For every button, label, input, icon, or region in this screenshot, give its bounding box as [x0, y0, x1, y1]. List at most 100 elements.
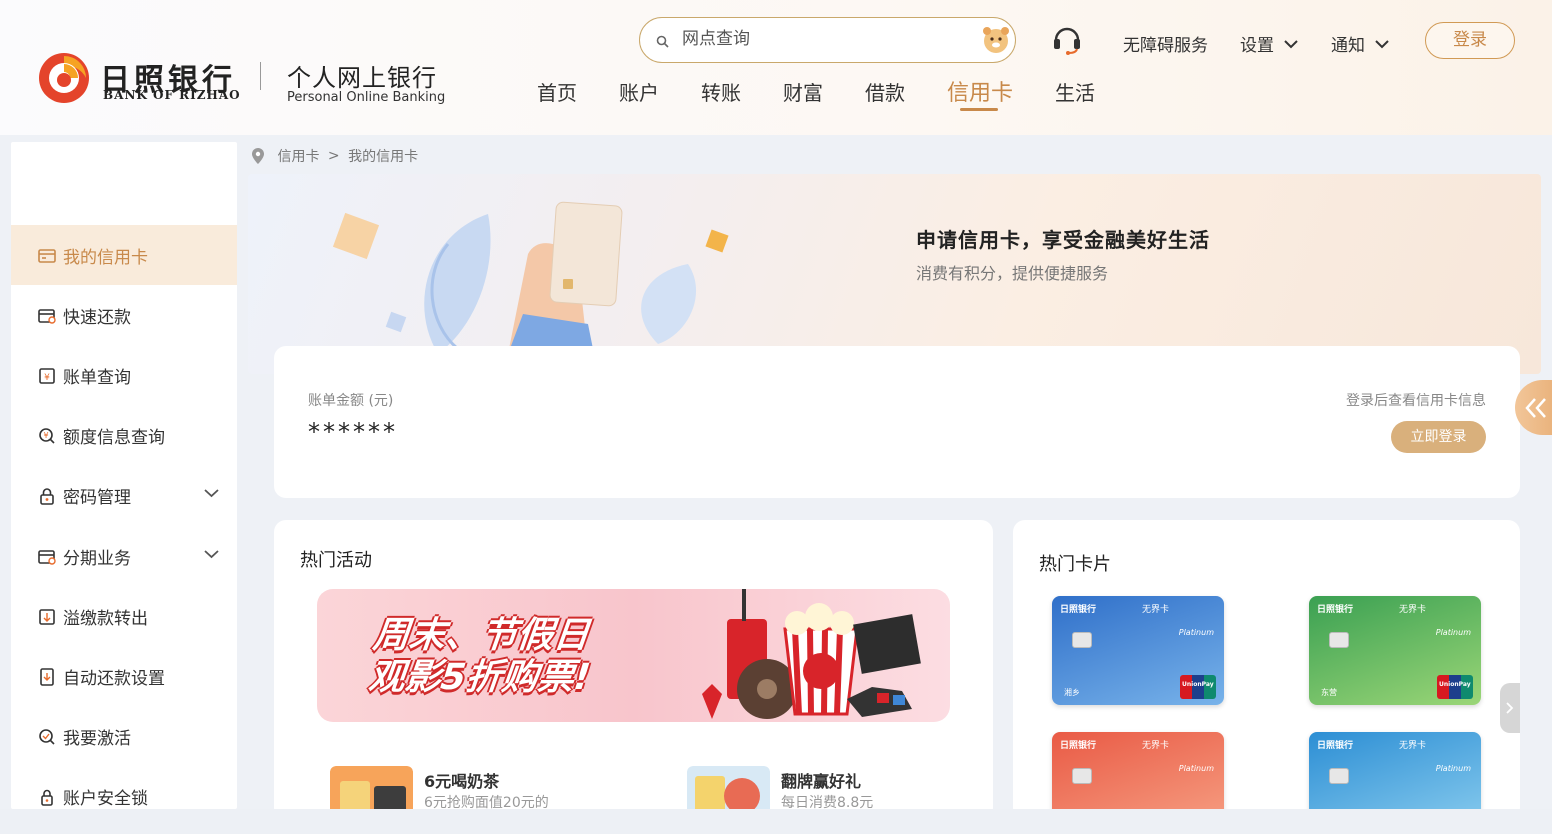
sidebar-item-label: 额度信息查询: [63, 428, 165, 448]
sidebar-item-my-credit-card[interactable]: 我的信用卡: [11, 225, 237, 285]
sidebar-item-label: 账户安全锁: [63, 789, 148, 809]
sidebar-item-password[interactable]: 密码管理: [11, 465, 237, 525]
chip-icon: [1329, 632, 1349, 648]
sidebar-item-label: 我的信用卡: [63, 248, 148, 268]
chevron-down-icon[interactable]: [204, 550, 219, 559]
login-now-button[interactable]: 立即登录: [1391, 421, 1486, 453]
banner-title: 申请信用卡，享受金融美好生活: [916, 228, 1210, 252]
nav-life[interactable]: 生活: [1055, 77, 1095, 106]
card-tag: 无界卡: [1142, 741, 1170, 751]
sidebar-item-quick-repay[interactable]: 快速还款: [11, 285, 237, 345]
unionpay-text: UnionPay: [1182, 681, 1214, 688]
auto-repay-icon: [40, 668, 54, 686]
promo-line1: 周末、节假日: [371, 615, 592, 656]
sidebar-item-auto-repay[interactable]: 自动还款设置: [11, 646, 237, 706]
nav-wealth[interactable]: 财富: [783, 77, 823, 106]
movie-promo-banner[interactable]: 周末、节假日 观影5折购票!: [317, 589, 950, 722]
sidebar-item-limit-query[interactable]: ¥ 额度信息查询: [11, 405, 237, 465]
promo-text: 周末、节假日 观影5折购票!: [367, 615, 706, 699]
product-name-en: Personal Online Banking: [287, 90, 446, 105]
bill-summary-card: 账单金额 (元) ****** 登录后查看信用卡信息 立即登录: [274, 346, 1520, 498]
installment-icon: [38, 550, 56, 565]
promo-banner[interactable]: 申请信用卡，享受金融美好生活 消费有积分，提供便捷服务: [248, 174, 1541, 374]
activity-title: 6元喝奶茶: [424, 772, 500, 791]
sidebar-item-overpayment-transfer[interactable]: 溢缴款转出: [11, 586, 237, 646]
customer-service-icon[interactable]: [1052, 24, 1082, 56]
svg-text:¥: ¥: [44, 373, 50, 383]
brand-divider: [260, 62, 261, 90]
svg-text:¥: ¥: [43, 431, 48, 440]
chip-icon: [1072, 632, 1092, 648]
lock-icon: [40, 488, 54, 505]
sidebar-item-label: 账单查询: [63, 368, 131, 388]
card-bank-name: 日照银行: [1317, 741, 1354, 751]
header: 日照银行 BANK OF RIZHAO 个人网上银行 Personal Onli…: [0, 0, 1552, 135]
activity-title: 翻牌赢好礼: [781, 772, 862, 791]
sidebar-item-label: 密码管理: [63, 488, 131, 508]
banner-illustration: [332, 201, 729, 374]
activate-icon: [39, 729, 55, 745]
chevron-down-icon[interactable]: [204, 489, 219, 498]
hot-activities-title: 热门活动: [300, 550, 372, 571]
transfer-out-icon: [39, 609, 55, 625]
mascot-icon[interactable]: [980, 24, 1012, 56]
unionpay-logo-icon: UnionPay: [1437, 675, 1473, 699]
double-chevron-left-icon: [1525, 398, 1546, 418]
side-drawer-toggle[interactable]: [1515, 380, 1552, 435]
credit-card-item[interactable]: 日照银行 无界卡 Platinum: [1309, 732, 1481, 820]
hot-cards-panel: 热门卡片 日照银行 无界卡 Platinum 湘乡 UnionPay 日照银行 …: [1013, 520, 1520, 820]
card-name: 东营: [1321, 688, 1337, 697]
search-box[interactable]: [639, 17, 1016, 63]
credit-card-icon: [38, 249, 56, 263]
notify-menu[interactable]: 通知: [1331, 31, 1389, 56]
search-input[interactable]: [682, 24, 972, 54]
sidebar-item-label: 自动还款设置: [63, 669, 165, 689]
settings-menu[interactable]: 设置: [1240, 31, 1298, 56]
sidebar: 我的信用卡 快速还款 ¥ 账单查询 ¥ 额度信息查询 密码管理 分期业务 溢缴款…: [11, 142, 237, 809]
chevron-down-icon: [1375, 40, 1389, 49]
card-level: Platinum: [1178, 628, 1214, 637]
sidebar-item-installment[interactable]: 分期业务: [11, 526, 237, 586]
promo-line2: 观影5折购票!: [366, 657, 593, 698]
repay-icon: [38, 309, 56, 324]
sidebar-item-label: 我要激活: [63, 729, 131, 749]
chevron-right-icon: [1506, 702, 1514, 714]
card-bank-name: 日照银行: [1060, 741, 1097, 751]
unionpay-logo-icon: UnionPay: [1180, 675, 1216, 699]
card-level: Platinum: [1178, 764, 1214, 773]
breadcrumb: 信用卡 > 我的信用卡: [251, 146, 418, 166]
search-icon: [656, 35, 669, 48]
credit-card-item[interactable]: 日照银行 无界卡 Platinum 东营 UnionPay: [1309, 596, 1481, 705]
popcorn-icon: [702, 589, 921, 719]
limit-icon: ¥: [39, 428, 55, 444]
nav-transfer[interactable]: 转账: [701, 77, 741, 106]
nav-account[interactable]: 账户: [619, 77, 659, 106]
credit-card-item[interactable]: 日照银行 无界卡 Platinum 湘乡 UnionPay: [1052, 596, 1224, 705]
nav-credit-card[interactable]: 信用卡: [947, 75, 1013, 107]
card-bank-name: 日照银行: [1060, 605, 1097, 615]
card-bank-name: 日照银行: [1317, 605, 1354, 615]
breadcrumb-my-credit-card: 我的信用卡: [348, 149, 419, 165]
nav-home[interactable]: 首页: [537, 77, 577, 106]
login-button[interactable]: 登录: [1425, 22, 1515, 59]
breadcrumb-credit-card[interactable]: 信用卡: [277, 149, 319, 165]
product-name-cn: 个人网上银行: [287, 64, 437, 92]
card-tag: 无界卡: [1399, 605, 1427, 615]
unionpay-text: UnionPay: [1439, 681, 1471, 688]
sidebar-item-activate[interactable]: 我要激活: [11, 706, 237, 766]
bank-logo[interactable]: [38, 52, 90, 104]
location-pin-icon: [252, 148, 264, 164]
nav-active-underline: [960, 108, 998, 111]
carousel-next-button[interactable]: [1500, 683, 1520, 733]
sidebar-item-account-lock[interactable]: 账户安全锁: [11, 766, 237, 809]
bill-amount-label: 账单金额 (元): [308, 393, 394, 409]
bill-icon: ¥: [39, 368, 55, 384]
banner-subtitle: 消费有积分，提供便捷服务: [916, 264, 1109, 283]
nav-loan[interactable]: 借款: [865, 77, 905, 106]
breadcrumb-separator: >: [327, 148, 340, 164]
sidebar-item-bill-query[interactable]: ¥ 账单查询: [11, 345, 237, 405]
accessibility-link[interactable]: 无障碍服务: [1123, 31, 1208, 56]
hot-cards-title: 热门卡片: [1039, 554, 1111, 575]
credit-card-item[interactable]: 日照银行 无界卡 Platinum: [1052, 732, 1224, 820]
sidebar-item-label: 分期业务: [63, 549, 131, 569]
